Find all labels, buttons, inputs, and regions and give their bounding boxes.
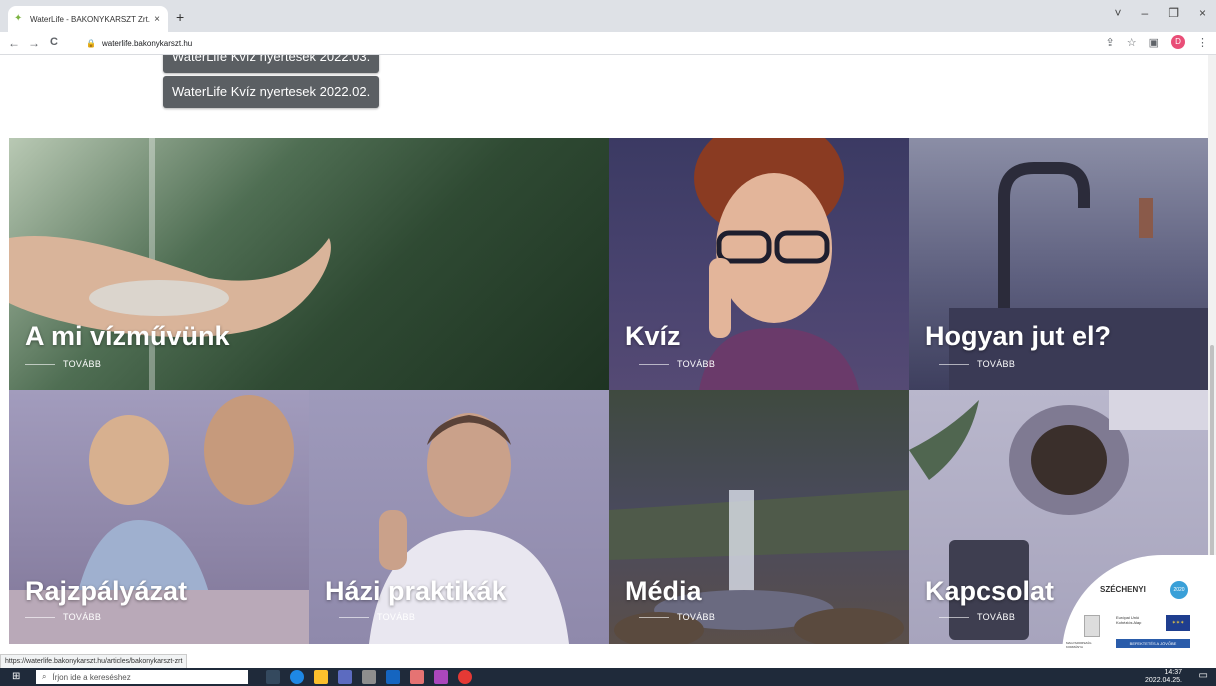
tile-more-link[interactable]: TOVÁBB [939,359,1015,369]
sidepanel-icon[interactable]: ▣ [1149,36,1159,49]
close-window-button[interactable]: × [1199,6,1206,20]
tile-media[interactable]: Média TOVÁBB [609,390,909,644]
app-icon[interactable] [434,670,448,684]
szechenyi-2020-logo: 2020 [1170,581,1188,599]
taskbar-apps [266,670,472,684]
windows-start-icon[interactable]: ⊞ [12,671,20,682]
site-favicon-icon: ✦ [14,13,23,24]
taskbar-clock[interactable]: 14:37 2022.04.25. [1145,669,1182,685]
notifications-icon[interactable]: ▭ [1199,670,1208,681]
app-icon[interactable] [338,670,352,684]
app-icon[interactable] [410,670,424,684]
minimize-button[interactable]: – [1142,6,1149,20]
new-tab-button[interactable]: + [176,9,184,25]
tile-home-tips[interactable]: Házi praktikák TOVÁBB [309,390,609,644]
browser-tab[interactable]: ✦ WaterLife - BAKONYKARSZT Zrt. × [8,6,168,32]
tile-title: Házi praktikák [325,576,507,606]
edge-icon[interactable] [290,670,304,684]
lock-icon: 🔒 [86,38,96,48]
quiz-winners-button-2022-02[interactable]: WaterLife Kvíz nyertesek 2022.02. [163,76,380,108]
szechenyi-label: SZÉCHENYI [1100,585,1146,594]
eu-text: Európai Unió Kohéziós Alap [1116,615,1142,625]
tile-more-link[interactable]: TOVÁBB [25,612,101,622]
window-controls: ˅ – ❐ × [1115,6,1206,20]
tile-quiz[interactable]: Kvíz TOVÁBB [609,138,909,390]
quiz-winners-button-2022-03[interactable]: WaterLife Kvíz nyertesek 2022.03. [163,55,380,73]
coat-of-arms-icon [1084,615,1100,637]
gov-text: MAGYARORSZÁG KORMÁNYA [1066,641,1092,649]
address-bar: ← → C 🔒 waterlife.bakonykarszt.hu ⇪ ☆ ▣ … [0,32,1216,55]
browser-tabbar: ✦ WaterLife - BAKONYKARSZT Zrt. × + ˅ – … [0,0,1216,32]
tile-drawing-contest[interactable]: Rajzpályázat TOVÁBB [9,390,309,644]
menu-kebab-icon[interactable]: ⋮ [1197,36,1208,49]
restore-button[interactable]: ❐ [1168,6,1179,20]
tab-search-icon[interactable]: ˅ [1115,6,1122,20]
task-view-icon[interactable] [266,670,280,684]
taskbar-search-input[interactable]: ⌕ Írjon ide a kereséshez [36,670,248,684]
tile-more-link[interactable]: TOVÁBB [639,359,715,369]
reload-button[interactable]: C [50,36,58,48]
search-icon: ⌕ [42,672,47,681]
profile-avatar[interactable]: D [1171,35,1185,49]
tile-more-link[interactable]: TOVÁBB [939,612,1015,622]
forward-button[interactable]: → [28,36,40,50]
bookmark-star-icon[interactable]: ☆ [1127,36,1137,49]
faucet-illustration [949,162,1209,390]
thinking-woman-illustration [694,138,859,390]
tile-title: Kapcsolat [925,576,1055,606]
tile-title: Rajzpályázat [25,576,188,606]
tile-grid: A mi vízművünk TOVÁBB Kvíz TOVÁBB Hogyan… [9,138,1209,644]
share-icon[interactable]: ⇪ [1106,36,1115,49]
hand-water-illustration [9,138,331,390]
url-text: waterlife.bakonykarszt.hu [101,38,193,48]
tile-title: Hogyan jut el? [925,321,1112,351]
tile-more-link[interactable]: TOVÁBB [25,359,101,369]
eu-flag-icon: ✶✶✶ [1166,615,1190,631]
url-field[interactable]: 🔒 waterlife.bakonykarszt.hu [82,35,1082,51]
chrome-icon[interactable] [458,670,472,684]
tile-how-it-gets[interactable]: Hogyan jut el? TOVÁBB [909,138,1209,390]
toolbar-actions: ⇪ ☆ ▣ D ⋮ [1106,35,1208,49]
app-icon[interactable] [362,670,376,684]
file-explorer-icon[interactable] [314,670,328,684]
invest-banner: BEFEKTETÉS A JÖVŐBE [1116,639,1190,648]
tile-title: Média [625,576,702,606]
outlook-icon[interactable] [386,670,400,684]
back-button[interactable]: ← [8,36,20,50]
web-page: WaterLife Kvíz nyertesek 2022.03. WaterL… [0,55,1216,667]
tile-title: Kvíz [625,321,681,351]
tab-title: WaterLife - BAKONYKARSZT Zrt. [30,14,151,24]
tile-more-link[interactable]: TOVÁBB [639,612,715,622]
tile-more-link[interactable]: TOVÁBB [339,612,415,622]
tab-close-icon[interactable]: × [152,14,162,25]
tile-water-works[interactable]: A mi vízművünk TOVÁBB [9,138,609,390]
tile-title: A mi vízművünk [25,321,230,351]
windows-taskbar: ⊞ ⌕ Írjon ide a kereséshez 14:37 2022.04… [0,668,1216,686]
